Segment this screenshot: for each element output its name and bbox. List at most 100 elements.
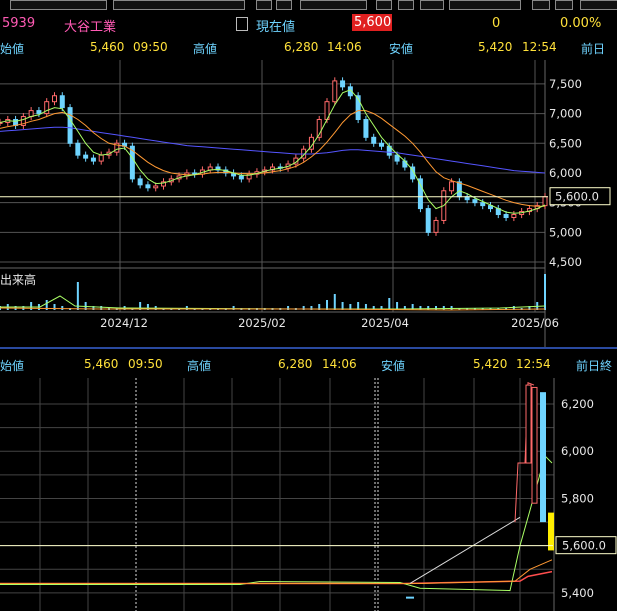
low-value: 5,420	[478, 40, 513, 54]
toolbar-button-6[interactable]	[532, 0, 550, 10]
daily-candle-body	[153, 185, 159, 189]
intraday-low-value: 5,420	[473, 357, 508, 371]
toolbar-button-2[interactable]	[276, 0, 292, 10]
volume-bar	[442, 306, 445, 310]
daily-moving-averages	[0, 89, 546, 214]
daily-candle-body	[238, 175, 244, 180]
daily-candle-body	[394, 154, 400, 162]
daily-candle-body	[379, 142, 384, 147]
mode-select[interactable]	[449, 0, 521, 10]
name-field[interactable]	[113, 0, 245, 10]
intraday-ma-short	[0, 454, 553, 592]
daily-x-tick-label: 2024/12	[100, 316, 148, 330]
volume-bar	[326, 300, 328, 310]
daily-x-axis: 2024/12 2025/02 2025/04 2025/06	[100, 316, 559, 330]
daily-grid	[0, 60, 546, 347]
current-price-value: 5,600	[352, 14, 392, 31]
stats-row-top: 始値 5,460 09:50 高値 6,280 14:06 安値 5,420 1…	[0, 40, 617, 58]
volume-bar	[388, 298, 391, 310]
intraday-low-time: 12:54	[516, 357, 551, 371]
intraday-y-tick-label: 5,800	[561, 491, 594, 505]
daily-candle-body	[456, 181, 462, 198]
high-label: 高値	[193, 42, 218, 56]
intraday-open-label: 始値	[0, 359, 25, 373]
daily-candle-body	[417, 178, 423, 210]
volume-ma-short	[0, 295, 546, 310]
intraday-candle-down	[540, 392, 546, 523]
open-value: 5,460	[90, 40, 125, 54]
daily-candles	[0, 77, 548, 236]
daily-candle-body	[332, 80, 338, 103]
daily-candle-body	[13, 119, 19, 126]
daily-candle-body	[36, 110, 42, 115]
daily-candle-body	[511, 214, 517, 218]
daily-y-tick-label: 5,000	[549, 225, 582, 239]
company-name: 大谷工業	[64, 20, 117, 35]
intraday-high-value: 6,280	[278, 357, 313, 371]
daily-candle-body	[67, 107, 73, 144]
intraday-high-time: 14:06	[322, 357, 357, 371]
daily-candle-body	[425, 208, 431, 233]
volume-bar	[333, 294, 336, 310]
high-value: 6,280	[284, 40, 319, 54]
daily-candle-body	[433, 219, 439, 233]
toolbar-button-4[interactable]	[398, 0, 414, 10]
daily-y-tick-label: 7,000	[549, 107, 582, 121]
toolbar-button-3[interactable]	[376, 0, 392, 10]
intraday-candle-current	[548, 512, 554, 551]
toolbar-button-8[interactable]	[580, 0, 617, 10]
daily-ma-short-line	[0, 89, 546, 214]
intraday-y-axis: 6,200 6,000 5,800 5,400	[561, 397, 594, 600]
intraday-trend-line	[409, 516, 521, 584]
daily-y-tick-label: 6,000	[549, 166, 582, 180]
daily-candle-body	[28, 110, 34, 118]
daily-candle-body	[472, 199, 478, 204]
low-time: 12:54	[522, 40, 557, 54]
intraday-y-tick-label: 5,400	[561, 586, 594, 600]
document-icon[interactable]	[236, 17, 248, 31]
daily-candle-body	[449, 181, 455, 192]
daily-x-tick-label: 2025/06	[511, 316, 559, 330]
intraday-candles	[406, 384, 554, 599]
daily-candle-body	[137, 178, 143, 186]
open-time: 09:50	[133, 40, 168, 54]
low-label: 安値	[389, 42, 414, 56]
volume-bar	[544, 274, 546, 310]
daily-y-axis: 7,5007,0006,5006,0005,5005,0004,500	[549, 77, 582, 269]
high-time: 14:06	[327, 40, 362, 54]
toolbar-button-5[interactable]	[420, 0, 444, 10]
daily-x-tick-label: 2025/02	[238, 316, 286, 330]
intraday-candle-up	[531, 386, 538, 504]
intraday-y-tick-label: 6,000	[561, 444, 594, 458]
daily-candle-body	[480, 202, 486, 207]
daily-candle-body	[363, 119, 369, 138]
intraday-lines	[0, 381, 553, 592]
daily-y-tick-label: 6,500	[549, 136, 582, 150]
toolbar-button-1[interactable]	[256, 0, 272, 10]
symbol-input[interactable]	[10, 0, 107, 10]
intraday-ma-mid	[0, 559, 553, 584]
daily-candle-body	[83, 154, 89, 159]
toolbar	[0, 0, 617, 10]
intraday-open-time: 09:50	[128, 357, 163, 371]
intraday-current-price-tag: 5,600.0	[562, 539, 606, 553]
daily-chart[interactable]: 7,5007,0006,5006,0005,5005,0004,500 2024…	[0, 60, 617, 347]
intraday-high-label: 高値	[187, 359, 212, 373]
pane-divider[interactable]	[0, 347, 617, 349]
period-select[interactable]	[300, 0, 367, 10]
volume-bar	[435, 306, 437, 310]
daily-y-tick-label: 7,500	[549, 77, 582, 91]
volume-bar	[53, 304, 56, 310]
daily-candle-body	[75, 142, 81, 156]
daily-candle-body	[542, 196, 548, 207]
toolbar-button-7[interactable]	[555, 0, 573, 10]
intraday-grid	[0, 378, 555, 611]
daily-x-tick-label: 2025/04	[361, 316, 409, 330]
price-change: 0	[492, 16, 501, 31]
daily-candle-body	[98, 154, 104, 162]
prev-label: 前日	[581, 42, 606, 56]
intraday-prev-label: 前日終	[576, 359, 613, 373]
intraday-chart[interactable]: 6,200 6,000 5,800 5,400 5,600.0	[0, 378, 617, 611]
daily-candle-body	[52, 95, 57, 103]
stock-code: 5939	[2, 16, 36, 31]
